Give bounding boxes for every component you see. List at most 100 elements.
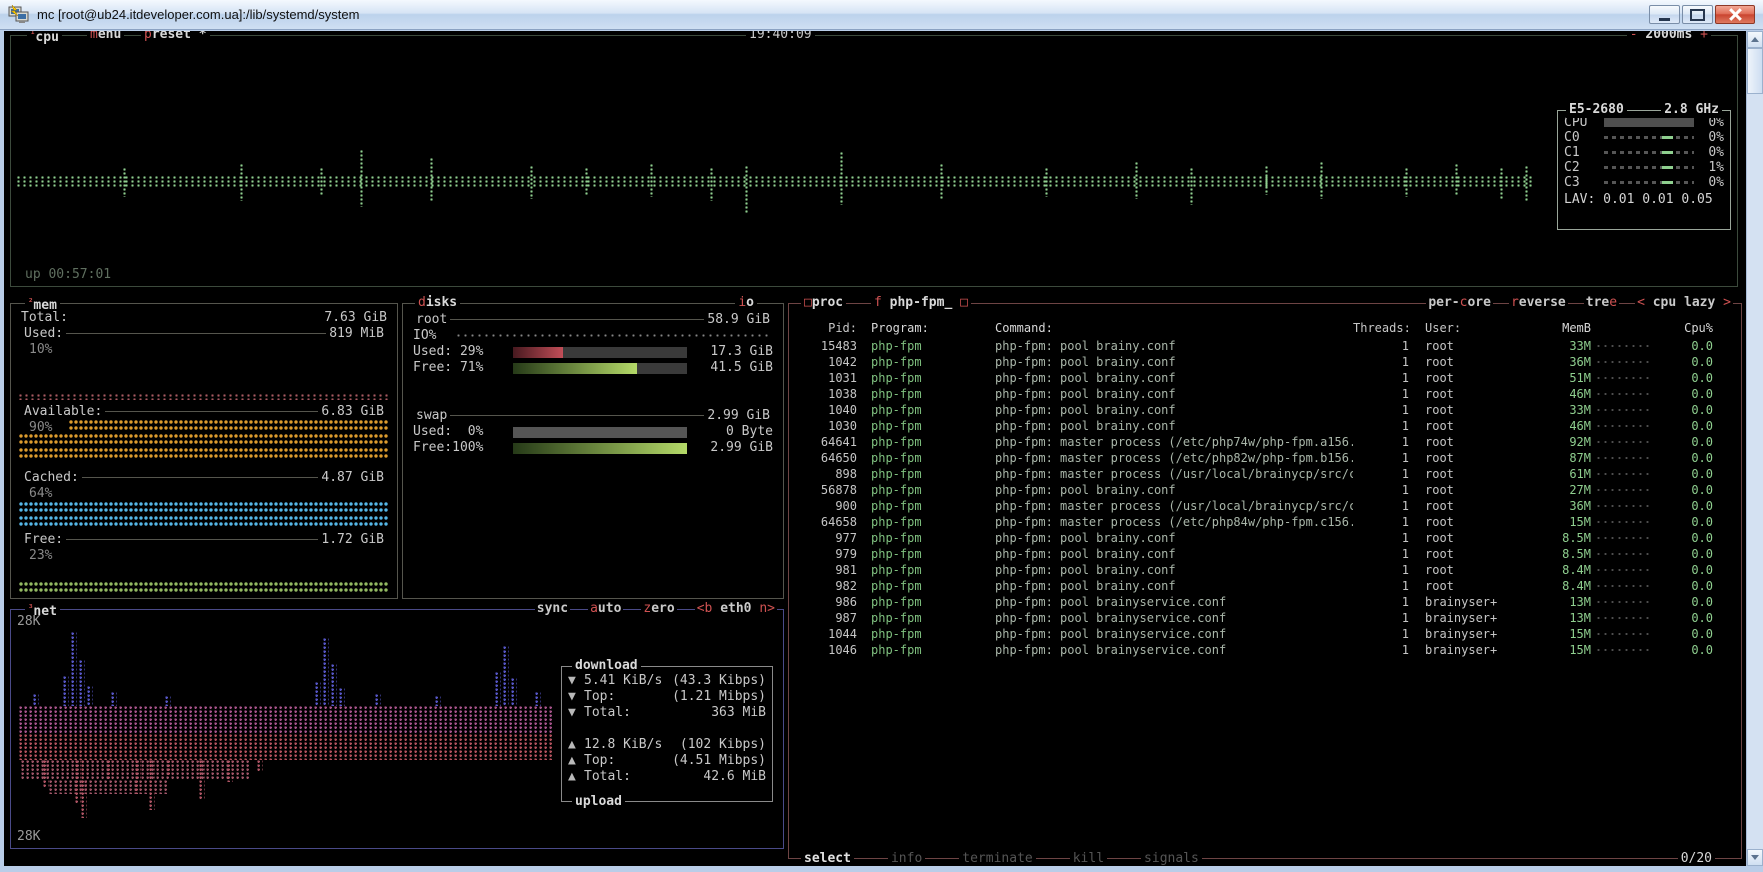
mem-dots (1597, 344, 1649, 349)
io-toggle[interactable]: io (735, 295, 757, 311)
cell-user: root (1409, 498, 1535, 514)
cell-mem: 46M (1535, 418, 1591, 434)
cell-program: php-fpm (857, 546, 989, 562)
close-button[interactable] (1715, 5, 1755, 24)
net-box: ³net sync auto zero <b eth0 n> 28K 28K d… (10, 609, 784, 849)
process-row[interactable]: 987php-fpmphp-fpm: pool brainyservice.co… (791, 610, 1739, 626)
cpu-graph-spike (940, 164, 945, 199)
cell-user: root (1409, 466, 1535, 482)
interval-minus-button[interactable]: - (1630, 31, 1638, 42)
title-bar[interactable]: mc [root@ub24.itdeveloper.com.ua]:/lib/s… (0, 0, 1763, 30)
scroll-down-button[interactable] (1747, 849, 1763, 866)
cell-program: php-fpm (857, 370, 989, 386)
signals-button[interactable]: signals (1141, 851, 1202, 866)
process-row[interactable]: 1046php-fpmphp-fpm: pool brainyservice.c… (791, 642, 1739, 658)
per-core-toggle[interactable]: per-core (1426, 295, 1493, 311)
terminal: ¹cpu menu preset * 19:40:09 - 2000ms + E… (4, 31, 1746, 866)
cell-pid: 1030 (791, 418, 857, 434)
iface-prev-icon[interactable]: <b (697, 601, 713, 616)
cell-threads: 1 (1353, 386, 1409, 402)
process-row[interactable]: 15483php-fpmphp-fpm: pool brainy.conf1ro… (791, 338, 1739, 354)
mem-box: ²mem Total:7.63 GiB Used:819 MiB 10% Ava… (10, 303, 398, 599)
cell-cpu: 0.0 (1653, 418, 1739, 434)
cell-threads: 1 (1353, 354, 1409, 370)
cpu-usage-graph (15, 66, 1537, 236)
cell-pid: 1031 (791, 370, 857, 386)
scroll-up-button[interactable] (1747, 31, 1763, 48)
upload-band (19, 706, 554, 734)
cell-mem: 33M (1535, 338, 1591, 354)
cell-command: php-fpm: pool brainy.conf (989, 418, 1353, 434)
process-row[interactable]: 1042php-fpmphp-fpm: pool brainy.conf1roo… (791, 354, 1739, 370)
info-button[interactable]: info (888, 851, 925, 866)
interface-selector[interactable]: <b eth0 n> (695, 601, 777, 617)
process-row[interactable]: 64641php-fpmphp-fpm: master process (/et… (791, 434, 1739, 450)
sort-next-icon[interactable]: > (1723, 295, 1731, 310)
filter-clear-icon[interactable]: □ (960, 295, 968, 310)
disks-box-title[interactable]: disks (415, 295, 460, 311)
process-row[interactable]: 979php-fpmphp-fpm: pool brainy.conf1root… (791, 546, 1739, 562)
process-row[interactable]: 1030php-fpmphp-fpm: pool brainy.conf1roo… (791, 418, 1739, 434)
download-column (79, 660, 85, 706)
process-row[interactable]: 1040php-fpmphp-fpm: pool brainy.conf1roo… (791, 402, 1739, 418)
process-row[interactable]: 986php-fpmphp-fpm: pool brainyservice.co… (791, 594, 1739, 610)
cpu-box-title[interactable]: ¹cpu (27, 31, 62, 46)
mem-available-graph (19, 434, 389, 446)
process-row[interactable]: 1038php-fpmphp-fpm: pool brainy.conf1roo… (791, 386, 1739, 402)
window-controls (1649, 5, 1755, 24)
cell-user: brainyser+ (1409, 642, 1535, 658)
sort-prev-icon[interactable]: < (1637, 295, 1645, 310)
upload-column (43, 760, 49, 788)
preset-button[interactable]: preset * (141, 31, 210, 43)
process-row[interactable]: 1044php-fpmphp-fpm: pool brainyservice.c… (791, 626, 1739, 642)
upload-top-row: ▲Top:(4.51 Mibps) (568, 753, 766, 769)
tree-toggle[interactable]: tree (1584, 295, 1619, 311)
scroll-up-icon (1751, 37, 1759, 42)
auto-toggle[interactable]: auto (588, 601, 623, 617)
cstate-bar (1604, 151, 1694, 154)
cell-command: php-fpm: pool brainyservice.conf (989, 610, 1353, 626)
process-row[interactable]: 981php-fpmphp-fpm: pool brainy.conf1root… (791, 562, 1739, 578)
terminate-button[interactable]: terminate (959, 851, 1035, 866)
process-row[interactable]: 900php-fpmphp-fpm: master process (/usr/… (791, 498, 1739, 514)
mem-dots (1597, 568, 1649, 573)
sync-toggle[interactable]: sync (535, 601, 570, 617)
process-row[interactable]: 56878php-fpmphp-fpm: pool brainy.conf1ro… (791, 482, 1739, 498)
process-row[interactable]: 1031php-fpmphp-fpm: pool brainy.conf1roo… (791, 370, 1739, 386)
proc-box-title[interactable]: □proc (801, 295, 846, 311)
kill-button[interactable]: kill (1070, 851, 1107, 866)
interval-control[interactable]: - 2000ms + (1627, 31, 1711, 43)
disks-box-label: isks (426, 295, 457, 310)
cpu-graph-spike (1455, 164, 1460, 195)
download-column (323, 638, 329, 706)
process-row[interactable]: 64650php-fpmphp-fpm: master process (/et… (791, 450, 1739, 466)
maximize-button[interactable] (1682, 5, 1713, 24)
cell-user: root (1409, 418, 1535, 434)
iface-next-icon[interactable]: n> (759, 601, 775, 616)
scrollbar-thumb[interactable] (1747, 48, 1763, 94)
cell-program: php-fpm (857, 498, 989, 514)
process-row[interactable]: 64658php-fpmphp-fpm: master process (/et… (791, 514, 1739, 530)
cpu-box-label: cpu (35, 31, 58, 45)
sort-selector[interactable]: < cpu lazy > (1635, 295, 1733, 311)
scrollbar[interactable] (1746, 31, 1763, 866)
select-button[interactable]: select (801, 851, 854, 866)
menu-button[interactable]: menu (87, 31, 124, 43)
process-row[interactable]: 977php-fpmphp-fpm: pool brainy.conf1root… (791, 530, 1739, 546)
process-row[interactable]: 982php-fpmphp-fpm: pool brainy.conf1root… (791, 578, 1739, 594)
net-controls: sync auto zero <b eth0 n> (535, 601, 777, 617)
cstate-row: C00% (1564, 130, 1724, 145)
filter-control[interactable]: f php-fpm_ □ (871, 295, 971, 311)
download-column (503, 646, 509, 706)
proc-box: □proc f php-fpm_ □ per-core reverse tree… (788, 303, 1742, 859)
interval-plus-button[interactable]: + (1700, 31, 1708, 42)
process-row[interactable]: 898php-fpmphp-fpm: master process (/usr/… (791, 466, 1739, 482)
minimize-button[interactable] (1649, 5, 1680, 24)
mem-dots (1597, 504, 1649, 509)
zero-toggle[interactable]: zero (641, 601, 676, 617)
disk-swap-used-row: Used: 0%0 Byte (413, 424, 773, 440)
cell-threads: 1 (1353, 514, 1409, 530)
download-column (331, 664, 337, 706)
reverse-toggle[interactable]: reverse (1509, 295, 1568, 311)
filter-input[interactable]: php-fpm_ (882, 295, 960, 310)
